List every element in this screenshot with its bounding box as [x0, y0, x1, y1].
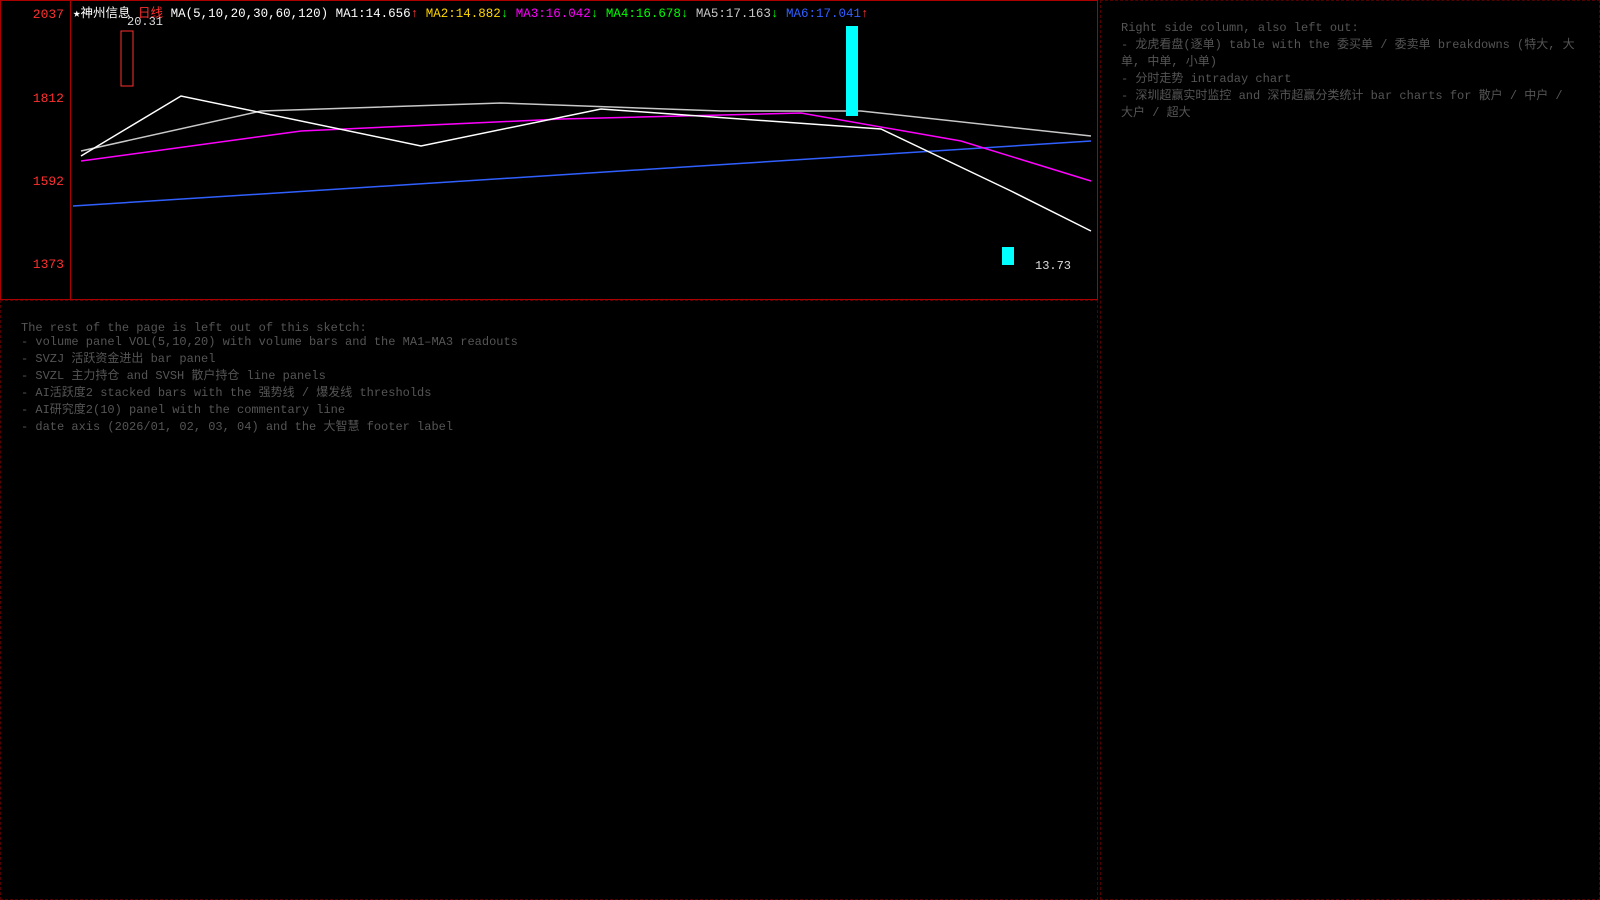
ma1: MA1:14.656↑: [336, 7, 419, 21]
price-candle: [1002, 247, 1014, 265]
ma-arrow: ↑: [410, 7, 419, 21]
ma-legend: ★神州信息 日线 MA(5,10,20,30,60,120) MA1:14.65…: [73, 2, 868, 21]
price-tick: 2037: [32, 7, 64, 22]
ma-value: 14.656: [365, 7, 411, 21]
ma6: MA6:17.041↑: [786, 7, 869, 21]
ma-arrow: ↓: [590, 7, 599, 21]
stock-name[interactable]: ★神州信息: [73, 7, 131, 21]
ma-name: MA5:: [695, 7, 726, 21]
ma-name: MA1:: [335, 7, 366, 21]
low-price-marker: 13.73: [1035, 259, 1072, 273]
ma-value: 16.678: [635, 7, 681, 21]
ma-arrow: ↓: [680, 7, 689, 21]
ma-arrow: ↓: [770, 7, 779, 21]
price-y-axis: 2037 1812 1592 1373: [1, 1, 71, 299]
ma-name: MA4:: [605, 7, 636, 21]
ma-name: MA2:: [425, 7, 456, 21]
ma-value: 17.041: [815, 7, 861, 21]
price-candle: [846, 26, 858, 116]
ma5-line: [80, 102, 1092, 152]
ma-arrow: ↓: [500, 7, 509, 21]
price-tick: 1592: [32, 174, 64, 189]
indicator-panels-placeholder: The rest of the page is left out of this…: [0, 300, 1098, 900]
ma-value: 14.882: [455, 7, 501, 21]
ma-arrow: ↑: [860, 7, 869, 21]
right-sidebar-placeholder: Right side column, also left out: - 龙虎看盘…: [1100, 0, 1600, 900]
ma1-line: [80, 95, 1092, 232]
ma6-line: [72, 140, 1092, 207]
ma-params: MA(5,10,20,30,60,120): [170, 7, 329, 21]
ma-name: MA3:: [515, 7, 546, 21]
high-price-marker: 20.31: [127, 15, 164, 29]
ma-value: 17.163: [725, 7, 771, 21]
price-chart-panel[interactable]: 2037 1812 1592 1373 ★神州信息 日线 MA(5,10,20,…: [0, 0, 1098, 300]
price-candle: [120, 30, 134, 87]
ma4: MA4:16.678↓: [606, 7, 689, 21]
ma-name: MA6:: [785, 7, 816, 21]
price-plot: [72, 26, 1092, 265]
ma-value: 16.042: [545, 7, 591, 21]
ma3-line: [80, 112, 1092, 182]
price-tick: 1812: [32, 91, 64, 106]
ma5: MA5:17.163↓: [696, 7, 779, 21]
ma2: MA2:14.882↓: [426, 7, 509, 21]
price-tick: 1373: [32, 257, 64, 272]
ma3: MA3:16.042↓: [516, 7, 599, 21]
